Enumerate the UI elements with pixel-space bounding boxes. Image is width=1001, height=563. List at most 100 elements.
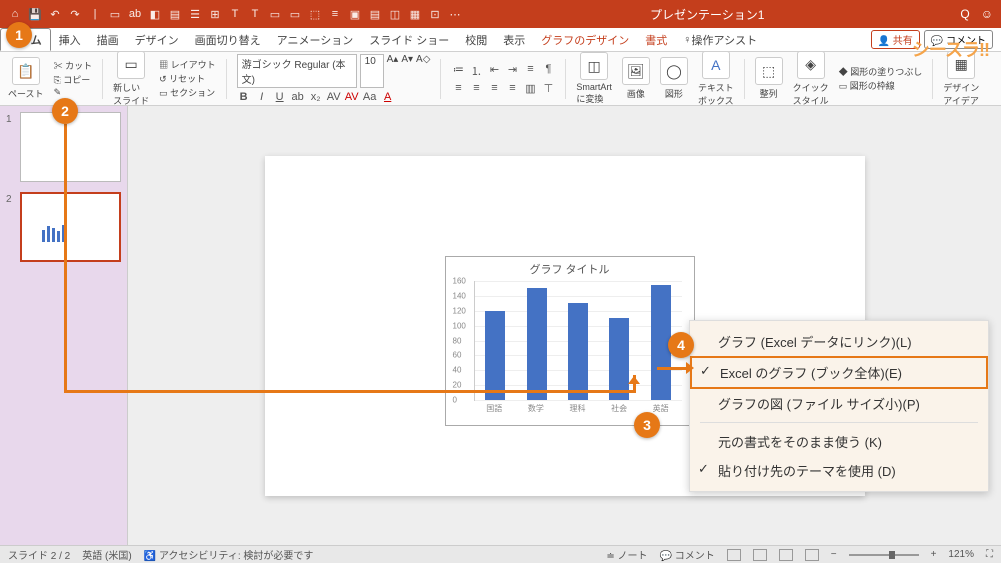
accessibility-status[interactable]: ♿ アクセシビリティ: 検討が必要です: [144, 547, 314, 562]
char-icon[interactable]: AV: [345, 91, 359, 103]
slide-counter[interactable]: スライド 2 / 2: [8, 547, 70, 562]
underline-icon[interactable]: U: [273, 91, 287, 103]
layout-button[interactable]: ▦ レイアウト: [159, 58, 216, 71]
chart-object[interactable]: グラフ タイトル 020406080100120140160 国語数学理科社会英…: [445, 256, 695, 426]
highlight-icon[interactable]: AV: [327, 91, 341, 103]
clear-format-icon[interactable]: A◇: [416, 54, 430, 88]
notes-button[interactable]: ≐ ノート: [606, 547, 647, 562]
tab-chart-design[interactable]: グラフのデザイン: [533, 28, 637, 51]
qat-icon[interactable]: T: [228, 7, 242, 21]
arrange-icon[interactable]: ⬚: [755, 57, 783, 85]
zoom-out-icon[interactable]: −: [831, 549, 837, 560]
home-icon[interactable]: ⌂: [8, 7, 22, 21]
grow-font-icon[interactable]: A▴: [387, 54, 399, 88]
qat-icon[interactable]: ▭: [268, 7, 282, 21]
qat-icon[interactable]: ⬚: [308, 7, 322, 21]
qat-icon[interactable]: ▣: [348, 7, 362, 21]
fit-window-icon[interactable]: ⛶: [986, 549, 993, 560]
qat-icon[interactable]: ⊞: [208, 7, 222, 21]
tab-design[interactable]: デザイン: [127, 28, 187, 51]
smartart-icon[interactable]: ◫: [580, 52, 608, 80]
qat-icon[interactable]: ⊡: [428, 7, 442, 21]
picture-icon[interactable]: 🖼: [622, 57, 650, 85]
arrow-head-icon: [628, 370, 640, 384]
tab-transitions[interactable]: 画面切り替え: [187, 28, 269, 51]
tab-insert[interactable]: 挿入: [51, 28, 89, 51]
bullets-icon[interactable]: ≔: [451, 63, 465, 79]
numbering-icon[interactable]: ⒈: [469, 63, 483, 79]
italic-icon[interactable]: I: [255, 91, 269, 103]
case-icon[interactable]: Aa: [363, 91, 377, 103]
tab-animations[interactable]: アニメーション: [269, 28, 362, 51]
undo-icon[interactable]: ↶: [48, 7, 62, 21]
qat-icon[interactable]: ▭: [288, 7, 302, 21]
new-slide-icon[interactable]: ▭: [117, 52, 145, 79]
reset-button[interactable]: ↺ リセット: [159, 72, 216, 85]
qat-icon[interactable]: ≡: [328, 7, 342, 21]
redo-icon[interactable]: ↷: [68, 7, 82, 21]
qat-icon[interactable]: ab: [128, 7, 142, 21]
help-icon[interactable]: ☺: [981, 7, 993, 21]
qat-icon[interactable]: ▭: [108, 7, 122, 21]
paste-option-embed[interactable]: ✓Excel のグラフ (ブック全体)(E): [690, 356, 988, 389]
qat-icon[interactable]: ▦: [408, 7, 422, 21]
tab-tellme[interactable]: ♀ 操作アシスト: [675, 28, 765, 51]
shape-outline-button[interactable]: ▭ 図形の枠線: [839, 79, 923, 92]
font-color-icon[interactable]: A: [381, 91, 395, 103]
reading-view-icon[interactable]: [779, 549, 793, 561]
zoom-level[interactable]: 121%: [948, 549, 974, 560]
section-button[interactable]: ▭ セクション: [159, 86, 216, 99]
textbox-icon[interactable]: A: [702, 52, 730, 79]
chart-bar: [485, 311, 505, 400]
normal-view-icon[interactable]: [727, 549, 741, 561]
comments-button[interactable]: 💬 コメント: [660, 547, 715, 562]
bold-icon[interactable]: B: [237, 91, 251, 103]
zoom-in-icon[interactable]: +: [931, 549, 937, 560]
qat-icon[interactable]: ◧: [148, 7, 162, 21]
zoom-slider[interactable]: [849, 554, 919, 556]
tab-review[interactable]: 校閲: [457, 28, 495, 51]
paste-option-dest-theme[interactable]: ✓貼り付け先のテーマを使用 (D): [690, 456, 988, 485]
tab-draw[interactable]: 描画: [89, 28, 127, 51]
align-top-icon[interactable]: ⊤: [541, 82, 555, 95]
tab-view[interactable]: 表示: [495, 28, 533, 51]
paste-option-picture[interactable]: グラフの図 (ファイル サイズ小)(P): [690, 389, 988, 418]
indent-inc-icon[interactable]: ⇥: [505, 63, 519, 79]
qat-icon[interactable]: ▤: [368, 7, 382, 21]
sub-icon[interactable]: x₂: [309, 91, 323, 103]
search-icon[interactable]: Q: [960, 7, 969, 21]
shapes-icon[interactable]: ◯: [660, 57, 688, 85]
align-right-icon[interactable]: ≡: [487, 82, 501, 95]
slide-thumbnail[interactable]: [20, 192, 121, 262]
align-center-icon[interactable]: ≡: [469, 82, 483, 95]
qat-icon[interactable]: ▤: [168, 7, 182, 21]
shape-fill-button[interactable]: ◆ 図形の塗りつぶし: [839, 65, 923, 78]
save-icon[interactable]: 💾: [28, 7, 42, 21]
quickstyle-icon[interactable]: ◈: [797, 52, 825, 79]
shrink-font-icon[interactable]: A▾: [401, 54, 413, 88]
language-status[interactable]: 英語 (米国): [82, 547, 131, 562]
copy-button[interactable]: ⎘ コピー: [54, 73, 93, 86]
indent-dec-icon[interactable]: ⇤: [487, 63, 501, 79]
strike-icon[interactable]: ab: [291, 91, 305, 103]
qat-icon[interactable]: T: [248, 7, 262, 21]
line-spacing-icon[interactable]: ≡: [523, 63, 537, 79]
tab-format[interactable]: 書式: [637, 28, 675, 51]
cut-button[interactable]: ✂ カット: [54, 59, 93, 72]
paste-option-keep-source[interactable]: 元の書式をそのまま使う (K): [690, 427, 988, 456]
slideshow-view-icon[interactable]: [805, 549, 819, 561]
tab-slideshow[interactable]: スライド ショー: [361, 28, 457, 51]
sorter-view-icon[interactable]: [753, 549, 767, 561]
qat-dots-icon[interactable]: ⋯: [448, 7, 462, 21]
qat-icon[interactable]: ☰: [188, 7, 202, 21]
format-painter-button[interactable]: ✎: [54, 87, 93, 98]
text-dir-icon[interactable]: ¶: [541, 63, 555, 79]
align-left-icon[interactable]: ≡: [451, 82, 465, 95]
paste-icon[interactable]: 📋: [12, 57, 40, 85]
columns-icon[interactable]: ▥: [523, 82, 537, 95]
paste-option-link[interactable]: グラフ (Excel データにリンク)(L): [690, 327, 988, 356]
justify-icon[interactable]: ≡: [505, 82, 519, 95]
qat-icon[interactable]: ◫: [388, 7, 402, 21]
font-size-select[interactable]: 10: [360, 54, 384, 88]
font-name-select[interactable]: 游ゴシック Regular (本文): [237, 54, 357, 88]
